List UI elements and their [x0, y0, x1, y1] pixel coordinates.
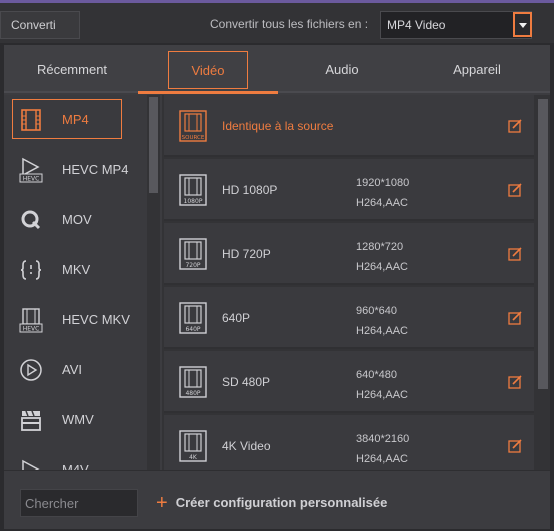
edit-icon[interactable]: [508, 119, 522, 133]
converted-tab[interactable]: Converti: [0, 11, 80, 39]
create-custom-label: Créer configuration personnalisée: [175, 495, 388, 510]
tab-video[interactable]: Vidéo: [168, 51, 248, 89]
preset-badge: 480P: [185, 390, 200, 397]
sidebar-item-label: AVI: [62, 362, 82, 377]
preset-row-1080p[interactable]: 1080P HD 1080P 1920*1080 H264,AAC: [164, 159, 534, 221]
preset-scrollbar[interactable]: [536, 95, 550, 470]
quicktime-icon: [21, 210, 41, 230]
sidebar-item-label: M4V: [62, 462, 89, 470]
film-badge-icon: 640P: [179, 302, 207, 334]
preset-list: SOURCE Identique à la source 1080P HD 10…: [162, 95, 536, 470]
sidebar-item-mkv[interactable]: MKV: [4, 245, 147, 295]
tab-recent[interactable]: Récemment: [16, 51, 128, 89]
sidebar-item-mp4[interactable]: MP4: [4, 95, 147, 145]
format-tabs: Récemment Vidéo Audio Appareil: [4, 45, 550, 94]
sidebar-item-label: WMV: [62, 412, 94, 427]
sidebar-scrollbar[interactable]: [147, 95, 160, 470]
preset-name: SD 480P: [222, 375, 271, 389]
preset-badge: 1080P: [184, 198, 203, 205]
edit-icon[interactable]: [508, 375, 522, 389]
play-circle-icon: [20, 359, 42, 381]
preset-codec: H264,AAC: [356, 197, 408, 209]
preset-name: 640P: [222, 311, 251, 325]
preset-spec: 3840*2160 H264,AAC: [356, 429, 409, 469]
preset-name: Identique à la source: [222, 119, 334, 133]
preset-row-640p[interactable]: 640P 640P 960*640 H264,AAC: [164, 287, 534, 349]
preset-name: HD 720P: [222, 247, 271, 261]
preset-scrollbar-thumb[interactable]: [538, 99, 548, 389]
preset-badge: SOURCE: [182, 135, 205, 141]
preset-row-720p[interactable]: 720P HD 720P 1280*720 H264,AAC: [164, 223, 534, 285]
svg-text:HEVC: HEVC: [23, 326, 40, 333]
sidebar-item-hevc-mp4[interactable]: HEVC HEVC MP4: [4, 145, 147, 195]
svg-text:HEVC: HEVC: [23, 176, 40, 183]
edit-icon[interactable]: [508, 439, 522, 453]
preset-codec: H264,AAC: [356, 389, 408, 401]
preset-resolution: 640*480: [356, 369, 397, 381]
tab-audio[interactable]: Audio: [294, 51, 390, 89]
edit-icon[interactable]: [508, 183, 522, 197]
preset-row-480p[interactable]: 480P SD 480P 640*480 H264,AAC: [164, 351, 534, 413]
film-icon: [21, 109, 41, 131]
preset-badge: 4K: [189, 454, 198, 461]
hevc-play-icon: HEVC: [19, 157, 43, 183]
panel-footer: + Créer configuration personnalisée: [4, 470, 550, 529]
preset-spec: 960*640 H264,AAC: [356, 301, 408, 341]
sidebar-scrollbar-thumb[interactable]: [149, 97, 158, 193]
sidebar-item-wmv[interactable]: WMV: [4, 395, 147, 445]
format-sidebar: MP4 HEVC HEVC MP4 MOV MKV HEVC HEVC MKV …: [4, 95, 160, 470]
hevc-film-icon: HEVC: [19, 308, 43, 333]
preset-name: 4K Video: [222, 439, 271, 453]
edit-icon[interactable]: [508, 311, 522, 325]
sidebar-item-label: HEVC MKV: [62, 312, 130, 327]
mkv-icon: [20, 260, 42, 280]
sidebar-item-label: MKV: [62, 262, 91, 277]
format-dropdown-button[interactable]: [513, 12, 532, 37]
film-badge-icon: 480P: [179, 366, 207, 398]
play-icon: [22, 459, 40, 470]
sidebar-item-avi[interactable]: AVI: [4, 345, 147, 395]
converter-window: Converti Convertir tous les fichiers en …: [0, 0, 554, 531]
format-panel: Récemment Vidéo Audio Appareil MP4 HEVC …: [4, 45, 550, 529]
clapper-icon: [21, 410, 41, 431]
preset-row-4k[interactable]: 4K 4K Video 3840*2160 H264,AAC: [164, 415, 534, 470]
preset-codec: H264,AAC: [356, 261, 408, 273]
preset-resolution: 1280*720: [356, 241, 404, 253]
sidebar-item-label: HEVC MP4: [62, 162, 129, 177]
preset-spec: 1920*1080 H264,AAC: [356, 173, 409, 213]
source-film-icon: SOURCE: [179, 110, 207, 142]
preset-resolution: 3840*2160: [356, 433, 410, 445]
preset-codec: H264,AAC: [356, 325, 408, 337]
sidebar-item-label: MOV: [62, 212, 92, 227]
active-tab-underline: [138, 91, 278, 94]
search-input[interactable]: [20, 489, 138, 517]
plus-icon: +: [156, 492, 168, 514]
top-bar: Converti Convertir tous les fichiers en …: [0, 3, 554, 43]
film-badge-icon: 1080P: [179, 174, 207, 206]
film-badge-icon: 4K: [179, 430, 207, 462]
preset-codec: H264,AAC: [356, 453, 408, 465]
tab-device[interactable]: Appareil: [424, 51, 530, 89]
preset-spec: 640*480 H264,AAC: [356, 365, 408, 405]
preset-badge: 640P: [185, 326, 200, 333]
convert-all-label: Convertir tous les fichiers en :: [210, 17, 369, 31]
preset-spec: 1280*720 H264,AAC: [356, 237, 408, 277]
output-format-select[interactable]: MP4 Video: [380, 11, 532, 39]
preset-resolution: 960*640: [356, 305, 397, 317]
preset-row-source[interactable]: SOURCE Identique à la source: [164, 95, 534, 157]
create-custom-preset-button[interactable]: + Créer configuration personnalisée: [156, 490, 387, 516]
preset-name: HD 1080P: [222, 183, 278, 197]
sidebar-item-mov[interactable]: MOV: [4, 195, 147, 245]
sidebar-item-m4v[interactable]: M4V: [4, 445, 147, 470]
edit-icon[interactable]: [508, 247, 522, 261]
preset-resolution: 1920*1080: [356, 177, 410, 189]
sidebar-item-hevc-mkv[interactable]: HEVC HEVC MKV: [4, 295, 147, 345]
sidebar-item-label: MP4: [62, 112, 89, 127]
film-badge-icon: 720P: [179, 238, 207, 270]
preset-badge: 720P: [185, 262, 200, 269]
